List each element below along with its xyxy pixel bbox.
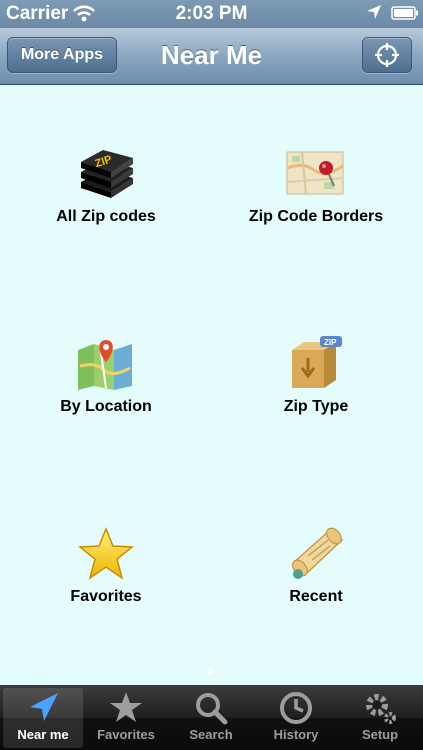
zip-box-icon: ZIP bbox=[292, 336, 342, 388]
tile-label-favorites: Favorites bbox=[70, 588, 142, 605]
tab-near-me[interactable]: Near me bbox=[3, 688, 83, 748]
zip-code-borders-tile[interactable]: Zip Code Borders bbox=[221, 148, 411, 226]
location-services-icon bbox=[367, 5, 381, 19]
clock-time: 2:03 PM bbox=[175, 3, 248, 24]
tab-search[interactable]: Search bbox=[171, 688, 251, 748]
by-location-tile[interactable]: By Location bbox=[11, 336, 201, 416]
favorites-tile[interactable]: Favorites bbox=[11, 526, 201, 606]
svg-text:ZIP: ZIP bbox=[324, 338, 337, 347]
location-map-icon bbox=[78, 340, 132, 390]
clock-icon bbox=[280, 692, 312, 724]
star-icon bbox=[77, 527, 135, 580]
magnifier-icon bbox=[196, 693, 228, 725]
page-title: Near Me bbox=[160, 40, 263, 70]
tab-label-near-me: Near me bbox=[17, 727, 69, 742]
crosshair-icon bbox=[375, 43, 399, 67]
zip-stack-icon: ZIP bbox=[81, 150, 133, 198]
tab-bar: Near me Favorites Search History Setup bbox=[0, 685, 423, 750]
tab-label-favorites: Favorites bbox=[97, 727, 155, 742]
tab-label-history: History bbox=[273, 727, 319, 742]
tile-label-by-location: By Location bbox=[60, 398, 152, 415]
tile-label-recent: Recent bbox=[289, 588, 343, 605]
status-bar: Carrier 2:03 PM bbox=[0, 0, 423, 28]
tab-history[interactable]: History bbox=[256, 688, 336, 748]
tile-label-zip-type: Zip Type bbox=[283, 398, 349, 415]
page-indicator-dot bbox=[207, 668, 214, 675]
tab-favorites[interactable]: Favorites bbox=[86, 688, 166, 748]
star-icon bbox=[110, 692, 142, 722]
locate-button[interactable] bbox=[362, 37, 412, 73]
battery-icon bbox=[391, 6, 418, 20]
scroll-icon bbox=[292, 527, 344, 579]
map-pin-icon bbox=[286, 151, 344, 195]
tile-label-all-zip-codes: All Zip codes bbox=[56, 208, 156, 225]
navigation-bar: More Apps Near Me bbox=[0, 28, 423, 85]
recent-tile[interactable]: Recent bbox=[221, 526, 411, 606]
zip-type-tile[interactable]: ZIP Zip Type bbox=[221, 336, 411, 416]
all-zip-codes-tile[interactable]: ZIP All Zip codes bbox=[11, 148, 201, 226]
tab-label-search: Search bbox=[189, 727, 233, 742]
tab-setup[interactable]: Setup bbox=[340, 688, 420, 748]
tile-label-zip-code-borders: Zip Code Borders bbox=[248, 208, 384, 225]
tab-label-setup: Setup bbox=[361, 727, 399, 742]
navigation-arrow-icon bbox=[30, 693, 58, 721]
gear-icon bbox=[366, 694, 396, 724]
